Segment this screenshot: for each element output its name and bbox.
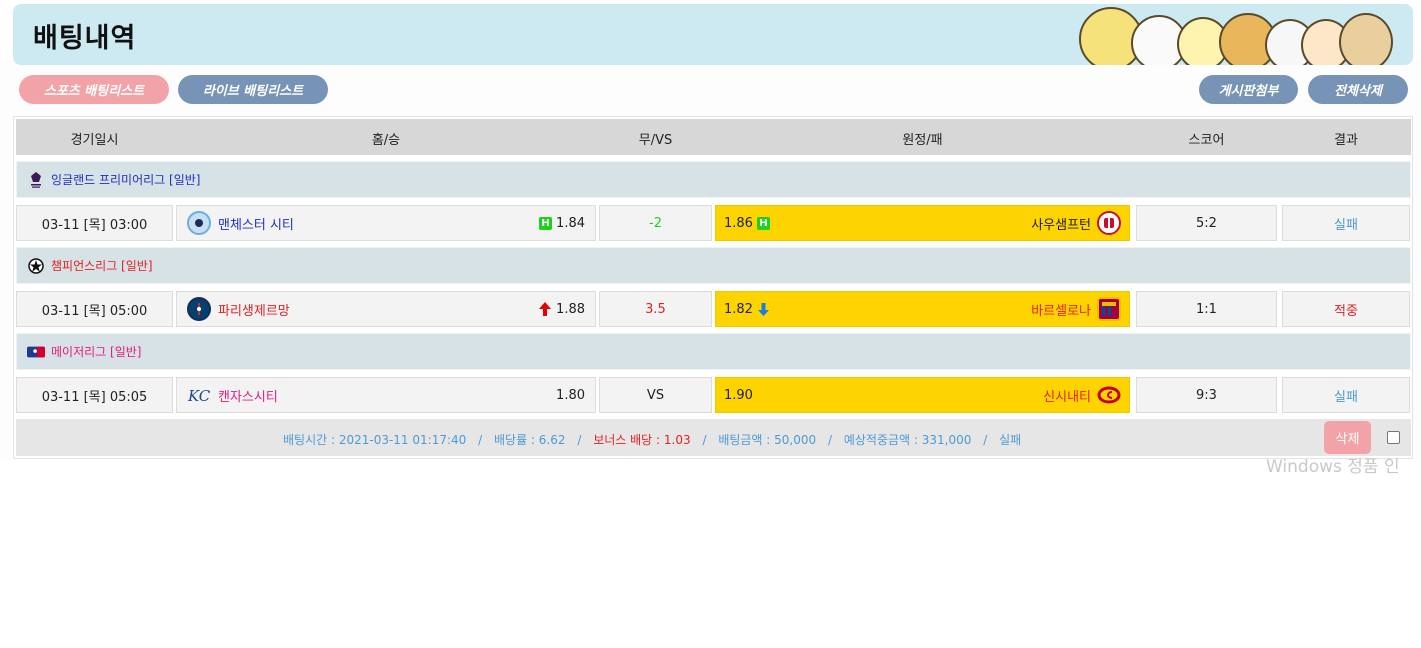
match-date: 03-11 [목] 05:00 bbox=[16, 291, 173, 327]
betting-history-table: 경기일시 홈/승 무/VS 원정/패 스코어 결과 잉글랜드 프리미어리그 [일… bbox=[13, 116, 1413, 459]
match-date: 03-11 [목] 03:00 bbox=[16, 205, 173, 241]
bet-summary-bar: 배팅시간 : 2021-03-11 01:17:40 / 배당률 : 6.62 … bbox=[16, 419, 1411, 456]
southampton-logo bbox=[1097, 211, 1121, 235]
match-score: 5:2 bbox=[1136, 205, 1277, 241]
table-header: 경기일시 홈/승 무/VS 원정/패 스코어 결과 bbox=[16, 119, 1411, 155]
away-team-cell[interactable]: 1.82 바르셀로나 bbox=[715, 291, 1130, 327]
column-header-result: 결과 bbox=[1334, 133, 1358, 148]
bet-row: 03-11 [목] 05:00 파리생제르망 1.88 3.5 1.82 바르셀… bbox=[16, 291, 1411, 327]
handicap-value: 3.5 bbox=[645, 301, 666, 317]
away-odds-group: 1.82 bbox=[724, 302, 770, 317]
match-score: 1:1 bbox=[1136, 291, 1277, 327]
league-name: 메이저리그 [일반] bbox=[51, 345, 142, 359]
attach-to-board-button[interactable]: 게시판첨부 bbox=[1199, 75, 1298, 104]
column-header-score: 스코어 bbox=[1188, 133, 1225, 148]
handicap-h-icon: H bbox=[539, 216, 553, 230]
bet-row: 03-11 [목] 05:05 KC 캔자스시티 1.80 VS 1.90 신시… bbox=[16, 377, 1411, 413]
summary-separator: / bbox=[983, 433, 988, 447]
column-header-home: 홈/승 bbox=[371, 133, 401, 148]
summary-separator: / bbox=[478, 433, 483, 447]
away-team-name: 바르셀로나 bbox=[1031, 303, 1091, 319]
bet-result: 적중 bbox=[1282, 291, 1410, 327]
league-row: 챔피언스리그 [일반] bbox=[16, 247, 1411, 284]
summary-separator: / bbox=[827, 433, 833, 447]
away-odds-group: 1.90 bbox=[724, 388, 753, 403]
cincinnati-logo bbox=[1097, 383, 1121, 407]
bet-odds-total: 배당률 : 6.62 bbox=[493, 433, 566, 447]
bet-result-label: 실패 bbox=[1334, 389, 1358, 405]
league-row: 메이저리그 [일반] bbox=[16, 333, 1411, 370]
summary-separator: / bbox=[702, 433, 707, 447]
away-team-cell[interactable]: 1.86 H 사우샘프턴 bbox=[715, 205, 1130, 241]
away-odds: 1.82 bbox=[724, 301, 753, 317]
draw-cell[interactable]: -2 bbox=[599, 205, 712, 241]
away-team-name: 사우샘프턴 bbox=[1031, 217, 1091, 233]
column-header-date: 경기일시 bbox=[70, 133, 119, 148]
mlb-icon bbox=[27, 343, 45, 361]
bet-row: 03-11 [목] 03:00 맨체스터 시티 H 1.84 -2 1.86 H… bbox=[16, 205, 1411, 241]
summary-separator: / bbox=[577, 433, 582, 447]
away-odds-group: 1.86 H bbox=[724, 216, 770, 231]
handicap-value: -2 bbox=[649, 215, 662, 231]
sports-betting-list-tab[interactable]: 스포츠 배팅리스트 bbox=[19, 75, 169, 104]
barcelona-logo bbox=[1097, 297, 1121, 321]
league-name: 잉글랜드 프리미어리그 [일반] bbox=[51, 173, 201, 187]
expected-payout: 예상적중금액 : 331,000 bbox=[843, 433, 972, 447]
bet-result: 실패 bbox=[1282, 205, 1410, 241]
match-date: 03-11 [목] 05:05 bbox=[16, 377, 173, 413]
mascot-icon bbox=[1339, 13, 1393, 65]
bet-result: 실패 bbox=[1282, 377, 1410, 413]
vs-label: VS bbox=[646, 387, 665, 403]
psg-logo bbox=[187, 297, 211, 321]
windows-activation-watermark: Windows 정품 인 bbox=[1266, 457, 1400, 477]
bet-summary-items: 배팅시간 : 2021-03-11 01:17:40 / 배당률 : 6.62 … bbox=[283, 431, 1021, 448]
home-team-name: 파리생제르망 bbox=[218, 303, 290, 319]
page: 배팅내역 스포츠 배팅리스트 라이브 배팅리스트 게시판첨부 전체삭제 경기일시… bbox=[0, 0, 1421, 648]
live-betting-list-tab[interactable]: 라이브 배팅리스트 bbox=[178, 75, 328, 104]
home-odds: 1.88 bbox=[556, 301, 585, 317]
away-team-name: 신시내티 bbox=[1043, 389, 1091, 405]
bet-result-label: 실패 bbox=[1334, 217, 1358, 233]
select-bet-checkbox[interactable] bbox=[1387, 431, 1400, 444]
column-header-mid: 무/VS bbox=[638, 133, 673, 148]
up-arrow-icon bbox=[538, 301, 552, 317]
bet-status: 실패 bbox=[999, 433, 1022, 447]
home-team-cell[interactable]: 맨체스터 시티 H 1.84 bbox=[176, 205, 596, 241]
home-team-cell[interactable]: KC 캔자스시티 1.80 bbox=[176, 377, 596, 413]
bet-result-label: 적중 bbox=[1334, 303, 1358, 319]
home-odds: 1.80 bbox=[556, 387, 585, 403]
league-row: 잉글랜드 프리미어리그 [일반] bbox=[16, 161, 1411, 198]
delete-bet-button[interactable]: 삭제 bbox=[1324, 421, 1371, 454]
match-score: 9:3 bbox=[1136, 377, 1277, 413]
delete-all-button[interactable]: 전체삭제 bbox=[1308, 75, 1408, 104]
mascot-illustration bbox=[1079, 4, 1399, 65]
home-team-name: 맨체스터 시티 bbox=[218, 217, 294, 233]
bet-time: 배팅시간 : 2021-03-11 01:17:40 bbox=[283, 433, 467, 447]
page-header: 배팅내역 bbox=[13, 4, 1413, 65]
draw-cell[interactable]: 3.5 bbox=[599, 291, 712, 327]
svg-text:KC: KC bbox=[187, 387, 211, 405]
down-arrow-icon bbox=[757, 302, 770, 317]
away-team-cell[interactable]: 1.90 신시내티 bbox=[715, 377, 1130, 413]
premier-league-icon bbox=[27, 171, 45, 189]
page-title: 배팅내역 bbox=[33, 23, 137, 54]
home-team-name: 캔자스시티 bbox=[218, 389, 278, 405]
column-header-away: 원정/패 bbox=[902, 133, 943, 148]
man-city-logo bbox=[187, 211, 211, 235]
bet-amount: 배팅금액 : 50,000 bbox=[718, 433, 817, 447]
bonus-odds: 보너스 배당 : 1.03 bbox=[593, 433, 691, 447]
home-odds: 1.84 bbox=[556, 215, 585, 231]
away-odds: 1.86 bbox=[724, 215, 753, 231]
champions-league-icon bbox=[27, 257, 45, 275]
home-team-cell[interactable]: 파리생제르망 1.88 bbox=[176, 291, 596, 327]
handicap-h-icon: H bbox=[756, 216, 770, 230]
away-odds: 1.90 bbox=[724, 387, 753, 403]
kansas-city-logo: KC bbox=[187, 383, 211, 407]
draw-cell[interactable]: VS bbox=[599, 377, 712, 413]
league-name: 챔피언스리그 [일반] bbox=[51, 259, 153, 273]
